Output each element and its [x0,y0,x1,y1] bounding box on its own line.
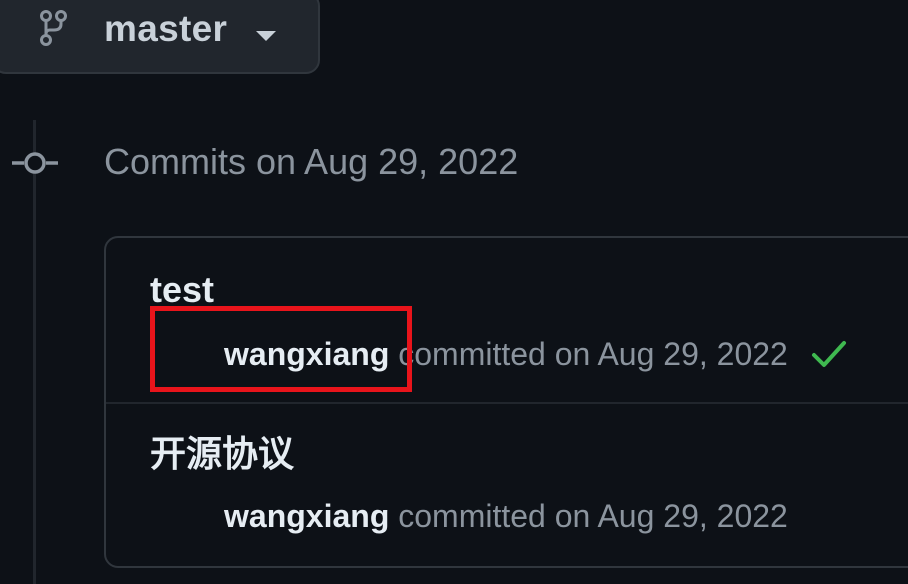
commit-meta: wangxiang committed on Aug 29, 2022 [224,334,847,374]
branch-name: master [104,8,228,49]
branch-selector-button[interactable]: master [0,0,320,74]
check-icon[interactable] [811,339,847,369]
commit-author-link[interactable]: wangxiang [224,336,389,372]
commit-row: 开源协议 wangxiang committed on Aug 29, 2022 [106,404,908,566]
commit-date-text: committed on Aug 29, 2022 [398,498,788,534]
commit-title-link[interactable]: test [150,268,214,312]
commit-list: test wangxiang committed on Aug 29, 2022… [104,236,908,568]
commit-history-view: master Commits on Aug 29, 2022 test wang… [0,0,908,584]
git-commit-icon [12,152,58,174]
commit-author-link[interactable]: wangxiang [224,498,389,534]
git-branch-icon [40,10,67,46]
timeline-line [33,120,36,584]
commit-title-link[interactable]: 开源协议 [150,432,294,476]
commit-meta: wangxiang committed on Aug 29, 2022 [224,496,788,536]
caret-down-icon [256,31,276,41]
commit-date-text: committed on Aug 29, 2022 [398,336,788,372]
commit-group-title: Commits on Aug 29, 2022 [104,141,519,182]
commit-row: test wangxiang committed on Aug 29, 2022 [106,238,908,404]
